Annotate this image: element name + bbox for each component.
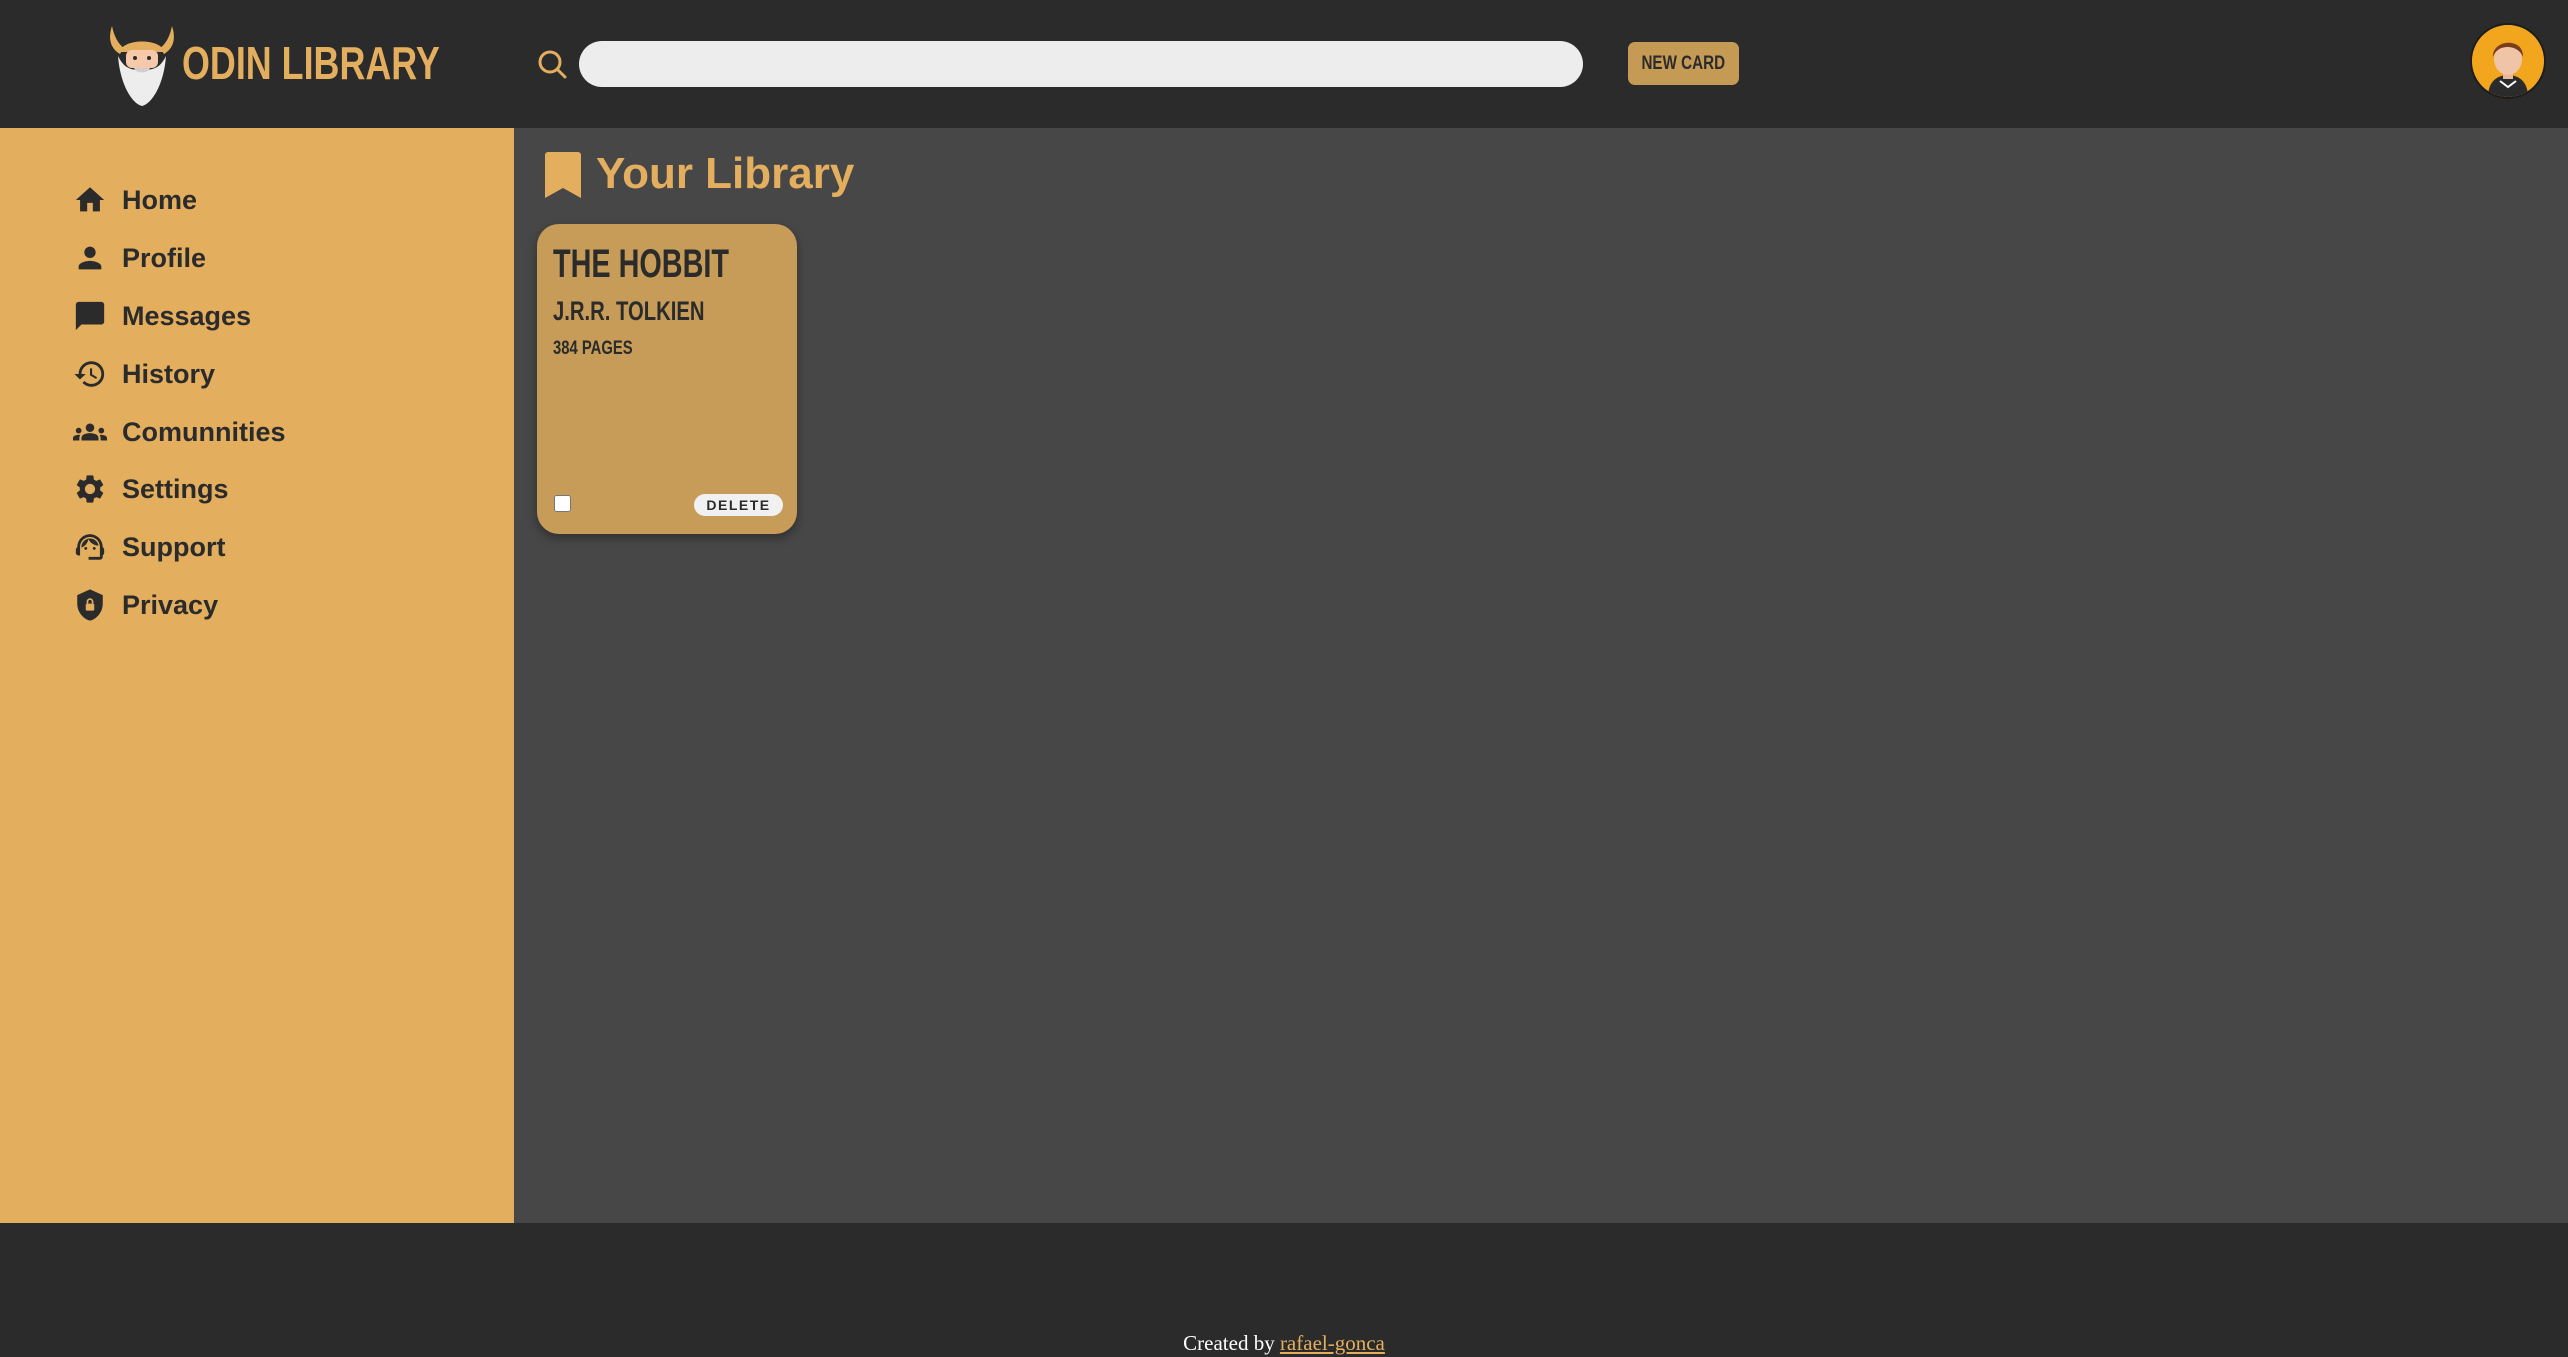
sidebar-item-label: Settings — [122, 473, 229, 504]
author-link[interactable]: rafael-gonca — [1280, 1331, 1385, 1355]
delete-button[interactable]: DELETE — [694, 494, 783, 516]
group-icon — [72, 414, 108, 450]
page-title: Your Library — [596, 149, 855, 198]
person-icon — [72, 240, 108, 276]
footer-credit: Created by rafael-gonca — [0, 1331, 2568, 1356]
sidebar: Home Profile Messages History Comunnitie… — [0, 128, 514, 1223]
sidebar-item-label: Privacy — [122, 589, 219, 620]
shield-lock-icon — [72, 587, 108, 623]
library-main: Your Library THE HOBBIT J.R.R. TOLKIEN 3… — [514, 128, 2568, 1223]
bookmark-icon — [544, 150, 582, 200]
read-checkbox[interactable] — [554, 495, 571, 512]
sidebar-item-comunnities[interactable]: Comunnities — [72, 409, 432, 455]
home-icon — [72, 182, 108, 218]
sidebar-item-home[interactable]: Home — [72, 177, 432, 223]
gear-icon — [72, 471, 108, 507]
chat-bubble-icon — [72, 298, 108, 334]
book-card: THE HOBBIT J.R.R. TOLKIEN 384 PAGES DELE… — [537, 224, 797, 534]
sidebar-item-label: Home — [122, 184, 198, 215]
footer-prefix: Created by — [1183, 1331, 1275, 1355]
sidebar-item-support[interactable]: Support — [72, 524, 432, 570]
odin-viking-logo-icon[interactable] — [102, 20, 182, 108]
sidebar-item-label: Comunnities — [122, 416, 286, 447]
sidebar-item-label: Support — [122, 531, 226, 562]
sidebar-item-settings[interactable]: Settings — [72, 466, 432, 512]
sidebar-item-profile[interactable]: Profile — [72, 235, 432, 281]
brand-name: ODIN LIBRARY — [182, 37, 440, 89]
sidebar-item-history[interactable]: History — [72, 351, 432, 397]
sidebar-item-privacy[interactable]: Privacy — [72, 582, 432, 628]
book-pages: 384 PAGES — [553, 338, 633, 359]
history-icon — [72, 356, 108, 392]
search-icon — [536, 48, 568, 80]
sidebar-item-label: History — [122, 358, 216, 389]
sidebar-item-label: Profile — [122, 242, 207, 273]
top-header: ODIN LIBRARY NEW CARD — [0, 0, 2568, 128]
sidebar-item-label: Messages — [122, 300, 252, 331]
book-title: THE HOBBIT — [553, 242, 729, 286]
footer: Created by rafael-gonca — [0, 1223, 2568, 1357]
search-input[interactable] — [579, 41, 1583, 87]
new-card-label: NEW CARD — [1641, 52, 1726, 74]
user-avatar[interactable] — [2472, 25, 2544, 97]
support-agent-icon — [72, 529, 108, 565]
new-card-button[interactable]: NEW CARD — [1628, 42, 1739, 85]
sidebar-item-messages[interactable]: Messages — [72, 293, 432, 339]
book-author: J.R.R. TOLKIEN — [553, 296, 705, 326]
